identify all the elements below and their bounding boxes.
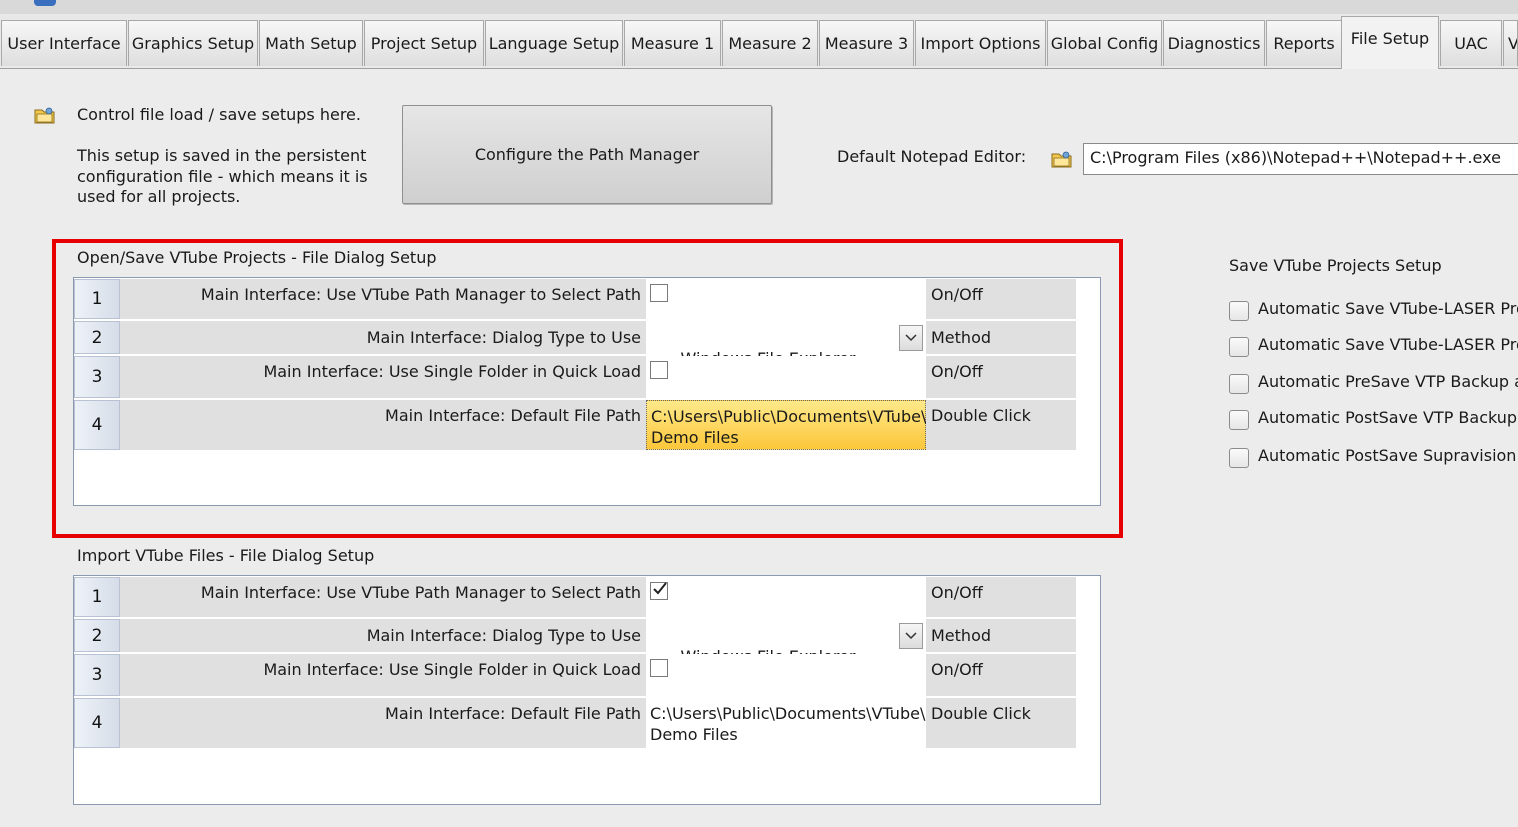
tab-measure-1[interactable]: Measure 1 [624,20,721,66]
row-label: Main Interface: Use Single Folder in Qui… [120,654,646,696]
checkbox[interactable] [1229,410,1249,430]
row-hint: Double Click [926,698,1076,748]
tab-diagnostics[interactable]: Diagnostics [1163,20,1265,66]
persist-line: used for all projects. [77,187,241,206]
row-hint: On/Off [926,654,1076,696]
control-description: Control file load / save setups here. [77,105,361,124]
app-icon [34,0,56,6]
title-bar [0,0,1518,14]
tab-overflow[interactable]: V [1503,20,1518,66]
table-row: 4 Main Interface: Default File Path C:\U… [74,698,1076,748]
row-value-cell[interactable] [646,577,926,617]
tab-user-interface[interactable]: User Interface [1,20,127,66]
path-line: Demo Files [650,724,738,744]
table-row: 1 Main Interface: Use VTube Path Manager… [74,577,1076,617]
persist-line: This setup is saved in the persistent [77,146,367,165]
table-row: 2 Main Interface: Dialog Type to Use Win… [74,619,1076,666]
checkbox-label: Automatic PostSave VTP Backup at [1258,408,1518,427]
row-hint: Method [926,619,1076,652]
row-hint: On/Off [926,577,1076,617]
checkbox[interactable] [1229,301,1249,321]
checkbox-label: Automatic PreSave VTP Backup at V [1258,372,1518,391]
row-number: 3 [74,654,120,696]
tab-bar: User Interface Graphics Setup Math Setup… [0,14,1518,69]
notepad-editor-input[interactable]: C:\Program Files (x86)\Notepad++\Notepad… [1083,143,1518,175]
dialog-type-select[interactable]: Windows File Explorer [646,619,926,666]
chevron-down-icon[interactable] [899,623,923,649]
tab-global-config[interactable]: Global Config [1047,20,1162,66]
row-number: 4 [74,698,120,748]
folder-icon[interactable] [1051,150,1073,172]
row-number: 1 [74,577,120,617]
checkbox[interactable] [1229,374,1249,394]
configure-path-manager-button[interactable]: Configure the Path Manager [402,105,772,204]
tab-language-setup[interactable]: Language Setup [485,20,623,66]
checkbox[interactable] [1229,337,1249,357]
notepad-editor-label: Default Notepad Editor: [837,147,1027,166]
default-file-path-cell[interactable]: C:\Users\Public\Documents\VTube\ Demo Fil… [646,698,926,748]
row-label: Main Interface: Use VTube Path Manager t… [120,577,646,617]
folder-icon [34,106,56,128]
row-label: Main Interface: Dialog Type to Use [120,619,646,652]
use-path-manager-checkbox[interactable] [650,582,668,600]
tab-import-options[interactable]: Import Options [915,20,1046,66]
path-line: C:\Users\Public\Documents\VTube\ [650,704,926,723]
checkmark-icon [653,582,667,595]
checkbox-label: Automatic Save VTube-LASER Proje [1258,335,1518,354]
tab-graphics-setup[interactable]: Graphics Setup [128,20,258,66]
checkbox[interactable] [1229,448,1249,468]
persist-description: This setup is saved in the persistent co… [77,146,387,208]
checkbox-label: Automatic PostSave Supravision Ba [1258,446,1518,465]
checkbox-label: Automatic Save VTube-LASER Proje [1258,299,1518,318]
tab-measure-2[interactable]: Measure 2 [722,20,818,66]
tab-math-setup[interactable]: Math Setup [259,20,363,66]
tab-measure-3[interactable]: Measure 3 [819,20,914,66]
import-grid: 1 Main Interface: Use VTube Path Manager… [73,575,1101,805]
persist-line: configuration file - which means it is [77,166,368,186]
table-row: 3 Main Interface: Use Single Folder in Q… [74,654,1076,696]
single-folder-checkbox[interactable] [650,659,668,677]
tab-project-setup[interactable]: Project Setup [364,20,484,66]
row-label: Main Interface: Default File Path [120,698,646,748]
tab-reports[interactable]: Reports [1266,20,1342,66]
highlight-frame [52,239,1123,538]
save-setup-title: Save VTube Projects Setup [1229,256,1442,275]
tab-uac[interactable]: UAC [1440,20,1502,66]
tab-file-setup[interactable]: File Setup [1341,16,1439,69]
row-number: 2 [74,619,120,652]
import-group-title: Import VTube Files - File Dialog Setup [77,546,375,565]
row-value-cell[interactable] [646,654,926,696]
